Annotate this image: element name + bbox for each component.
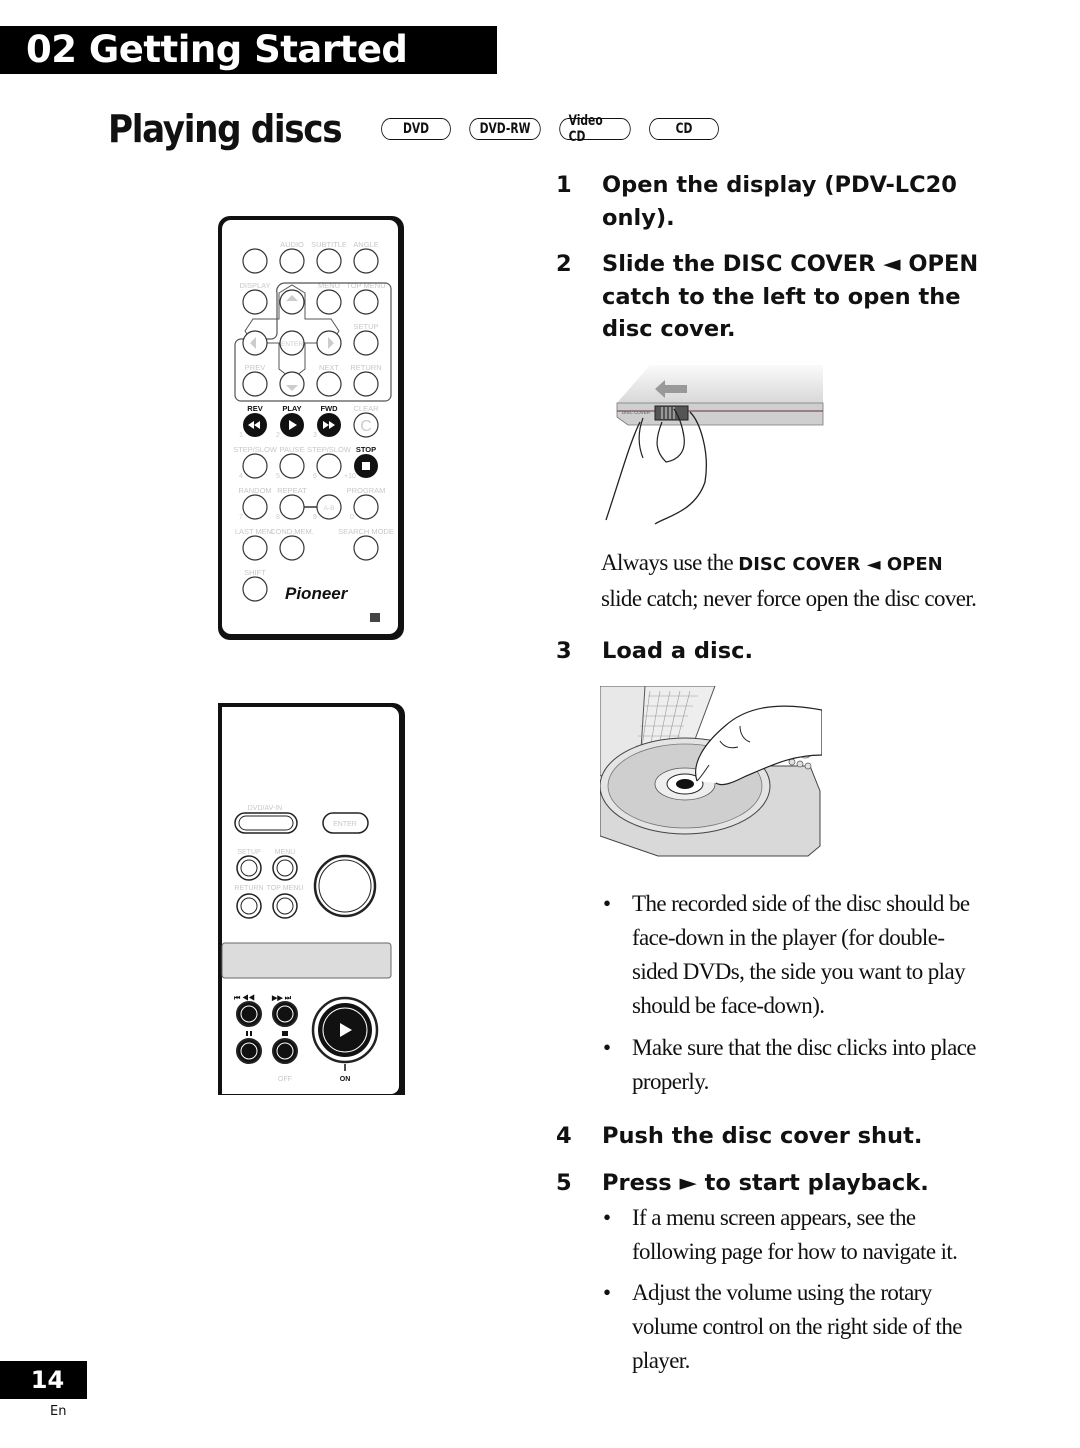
digit-3: 3 bbox=[313, 432, 317, 439]
caution-prefix: Always use the bbox=[601, 550, 739, 575]
step-number: 2 bbox=[556, 251, 572, 277]
digit-7: 7 bbox=[239, 514, 243, 521]
digit-9: 9 bbox=[313, 514, 317, 521]
label-step-slow-fwd: STEP/SLOW bbox=[307, 445, 352, 454]
skip-back-icon: ⏮ ◀◀ bbox=[234, 994, 255, 1002]
label-panel-top-menu: TOP MENU bbox=[267, 885, 304, 892]
label-clear: CLEAR bbox=[353, 404, 379, 413]
tag-mark bbox=[370, 613, 380, 622]
step-text: Slide the DISC COVER ◄ OPEN catch to the… bbox=[602, 251, 979, 342]
digit-plus10: +10 bbox=[344, 473, 356, 480]
label-fwd: FWD bbox=[320, 404, 338, 413]
clear-icon: C bbox=[360, 418, 372, 435]
label-panel-setup: SETUP bbox=[237, 849, 261, 856]
digit-1: 1 bbox=[239, 432, 243, 439]
label-repeat: REPEAT bbox=[277, 486, 307, 495]
bullet-icon: • bbox=[603, 1035, 611, 1060]
label-angle: ANGLE bbox=[353, 240, 378, 249]
jog-dial bbox=[313, 854, 377, 918]
label-panel-enter: ENTER bbox=[333, 821, 357, 828]
step-number: 5 bbox=[556, 1170, 572, 1196]
badge-video-cd: Video CD bbox=[559, 113, 631, 145]
label-panel-return: RETURN bbox=[234, 885, 263, 892]
label-prev: PREV bbox=[245, 363, 265, 372]
label-shift: SHIFT bbox=[244, 568, 266, 577]
label-menu: MENU bbox=[318, 281, 340, 290]
stop-small-icon bbox=[282, 1031, 288, 1036]
label-rev: REV bbox=[247, 404, 262, 413]
digit-6: 6 bbox=[313, 473, 317, 480]
label-panel-on: ON bbox=[340, 1076, 351, 1083]
skip-fwd-icon: ▶▶ ⏭ bbox=[271, 995, 292, 1002]
label-panel-menu: MENU bbox=[275, 849, 296, 856]
label-panel-off: OFF bbox=[278, 1076, 292, 1083]
label-audio: AUDIO bbox=[280, 240, 304, 249]
label-display: DISPLAY bbox=[239, 281, 270, 290]
caution-emphasis: DISC COVER ◄ OPEN bbox=[738, 554, 943, 575]
label-cond-mem: COND.MEM. bbox=[270, 527, 314, 536]
bullet-text: If a menu screen appears, see the follow… bbox=[632, 1205, 958, 1264]
label-step-slow-back: STEP/SLOW bbox=[233, 445, 278, 454]
language-label: En bbox=[50, 1404, 67, 1419]
label-next: NEXT bbox=[319, 363, 339, 372]
label-stop: STOP bbox=[356, 445, 376, 454]
hand-outline bbox=[605, 411, 707, 525]
label-pause: PAUSE bbox=[280, 445, 305, 454]
bullet-icon: • bbox=[603, 1280, 611, 1305]
section-heading: Playing discs DVD DVD-RW Video CD CD bbox=[108, 106, 725, 152]
bullet-icon: • bbox=[603, 891, 611, 916]
bullet-icon: • bbox=[603, 1205, 611, 1230]
label-dvd-av-in: DVD/AV-IN bbox=[248, 805, 283, 812]
display-window bbox=[221, 942, 392, 979]
label-last-mem: LAST MEM. bbox=[235, 527, 275, 536]
load-disc-illustration bbox=[600, 686, 822, 857]
digit-0: 0 bbox=[350, 514, 354, 521]
digit-4: 4 bbox=[239, 473, 243, 480]
pioneer-logo: Pioneer bbox=[285, 584, 349, 603]
label-search-mode: SEARCH MODE bbox=[338, 527, 394, 536]
step-number: 3 bbox=[556, 638, 572, 664]
chapter-title: 02 Getting Started bbox=[26, 28, 408, 71]
label-random: RANDOM bbox=[238, 486, 271, 495]
player-panel-illustration: DVD/AV-IN SETUP MENU RETURN TOP MENU OFF… bbox=[218, 703, 405, 1095]
step-text: Load a disc. bbox=[602, 638, 754, 664]
step-number: 1 bbox=[556, 172, 572, 198]
badge-cd: CD bbox=[649, 118, 719, 140]
badge-dvd-rw: DVD-RW bbox=[469, 118, 541, 140]
label-program: PROGRAM bbox=[347, 486, 386, 495]
bullet-text: Make sure that the disc clicks into plac… bbox=[632, 1035, 977, 1094]
label-play: PLAY bbox=[282, 404, 301, 413]
label-ab: A-B bbox=[324, 505, 335, 512]
bullet-text: The recorded side of the disc should be … bbox=[632, 891, 970, 1018]
digit-2: 2 bbox=[276, 432, 280, 439]
label-setup: SETUP bbox=[353, 322, 378, 331]
digit-8: 8 bbox=[276, 514, 280, 521]
page-number: 14 bbox=[0, 1361, 87, 1399]
digit-5: 5 bbox=[276, 473, 280, 480]
step-text: Push the disc cover shut. bbox=[602, 1123, 923, 1149]
label-subtitle: SUBTITLE bbox=[311, 240, 347, 249]
badge-dvd: DVD bbox=[381, 118, 451, 140]
stop-icon bbox=[362, 462, 370, 470]
bullet-text: Adjust the volume using the rotary volum… bbox=[632, 1280, 962, 1373]
label-top-menu: TOP MENU bbox=[346, 281, 385, 290]
caution-suffix: slide catch; never force open the disc c… bbox=[601, 586, 977, 611]
caution-note: Always use the DISC COVER ◄ OPEN slide c… bbox=[601, 546, 981, 616]
remote-control-illustration: AUDIO SUBTITLE ANGLE DISPLAY MENU TOP ME… bbox=[218, 216, 404, 640]
chapter-header-bar: 02 Getting Started bbox=[0, 26, 497, 74]
step-number: 4 bbox=[556, 1123, 572, 1149]
slide-catch-illustration: DISC COVER bbox=[605, 365, 824, 525]
label-enter: ENTER bbox=[281, 341, 303, 348]
step-text: Press ► to start playback. bbox=[602, 1170, 929, 1196]
page-title: Playing discs bbox=[108, 107, 343, 151]
pause-icon bbox=[246, 1031, 248, 1036]
slide-catch-label: DISC COVER bbox=[622, 410, 651, 415]
step-text: Open the display (PDV-LC20 only). bbox=[602, 172, 957, 231]
label-return: RETURN bbox=[350, 363, 381, 372]
